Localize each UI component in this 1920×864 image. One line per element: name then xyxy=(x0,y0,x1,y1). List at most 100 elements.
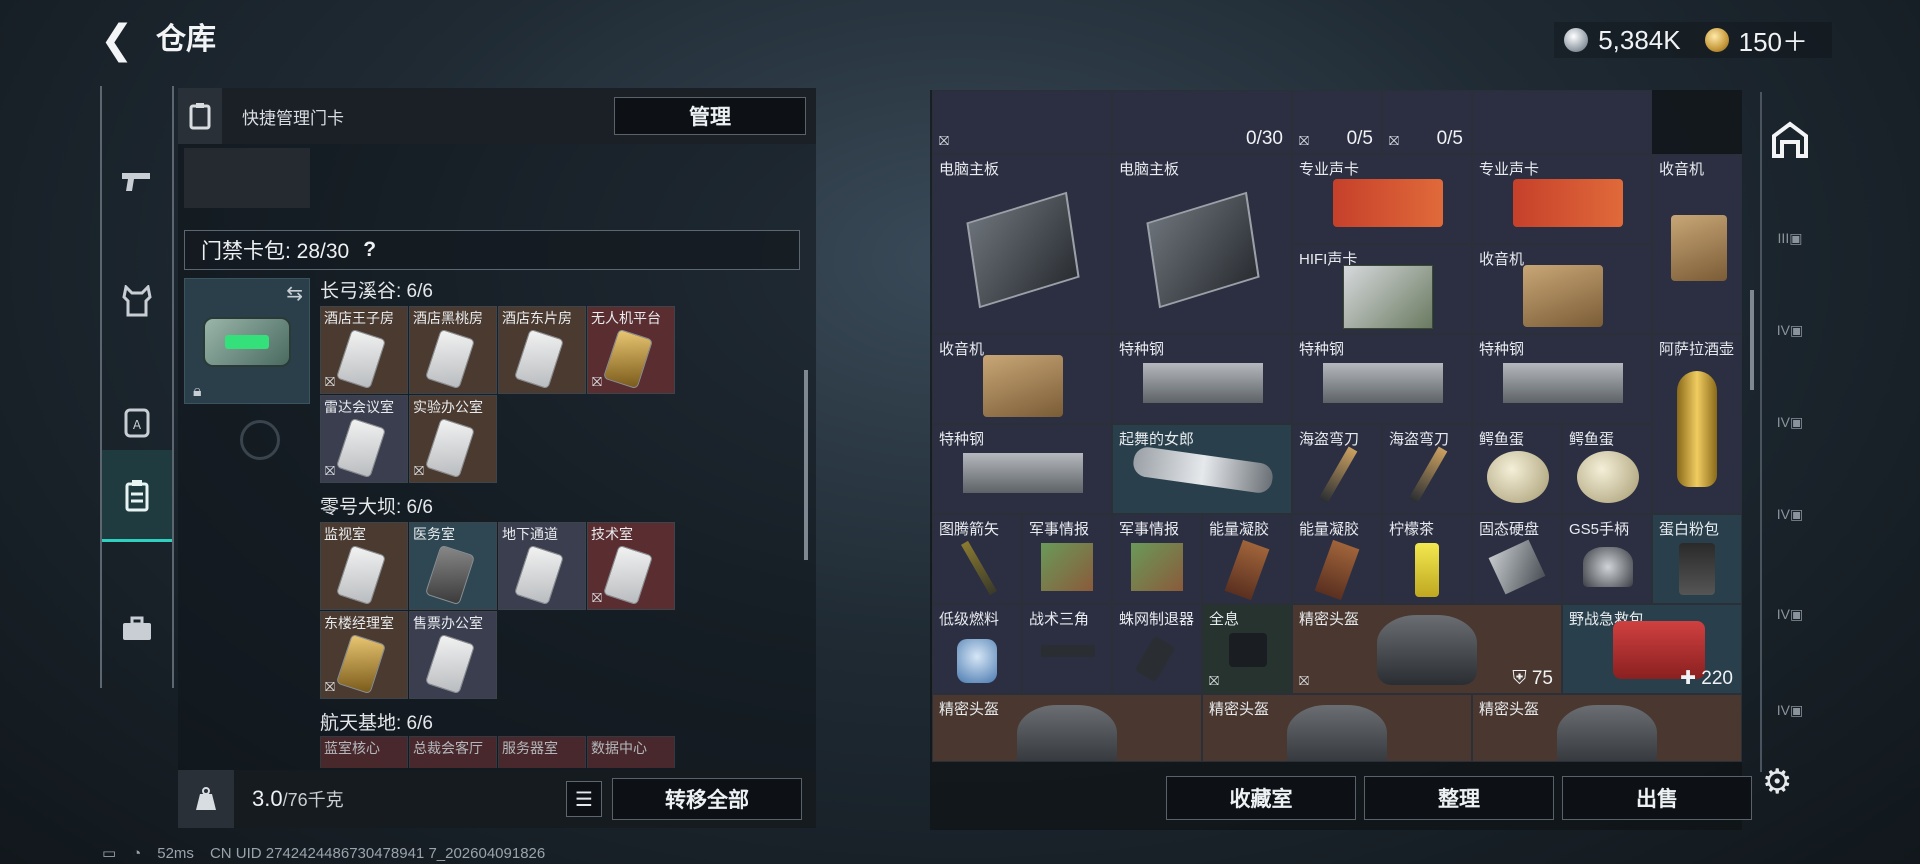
back-arrow-icon[interactable]: ❮ xyxy=(100,20,136,60)
transfer-all-button[interactable]: 转移全部 xyxy=(612,778,802,820)
house-icon[interactable] xyxy=(1768,118,1812,162)
left-footer: 3.0/76千克 ☰ 转移全部 xyxy=(178,770,816,828)
item-cell[interactable]: 固态硬盘 xyxy=(1472,514,1562,604)
lock-icon: 🔒︎ xyxy=(193,383,202,400)
item-cell[interactable]: 0/30 xyxy=(1112,90,1292,154)
left-scrollbar[interactable] xyxy=(804,370,808,560)
keycard[interactable]: 酒店黑桃房 xyxy=(409,306,497,394)
no-trade-icon: ⛝ xyxy=(325,679,335,694)
no-trade-icon: ⛝ xyxy=(592,374,602,389)
keycard[interactable]: 无人机平台 ⛝ xyxy=(587,306,675,394)
medkit-value: ✚ 220 xyxy=(1680,668,1733,689)
keycard-case-slot[interactable]: ⇆ 🔒︎ xyxy=(184,278,310,404)
item-cell[interactable]: 低级燃料 xyxy=(932,604,1022,694)
item-cell[interactable]: 专业声卡 xyxy=(1472,154,1652,244)
item-cell[interactable]: 野战急救包 ✚ 220 xyxy=(1562,604,1742,694)
keycard[interactable]: 东楼经理室 ⛝ xyxy=(320,611,408,699)
durability: ⛨ 75 xyxy=(1512,668,1553,689)
collection-button[interactable]: 收藏室 xyxy=(1166,776,1356,820)
left-nav: A xyxy=(100,86,174,688)
currency-secondary[interactable]: 150＋ xyxy=(1739,22,1808,59)
storage-tab-iv-icon[interactable]: IV▣ xyxy=(1768,592,1812,636)
currency-primary: 5,384K xyxy=(1598,24,1681,55)
item-cell[interactable]: 精密头盔 xyxy=(932,694,1202,762)
keycard[interactable]: 地下通道 xyxy=(498,522,586,610)
keycard[interactable]: 实验办公室 ⛝ xyxy=(409,395,497,483)
item-cell[interactable]: 军事情报 xyxy=(1112,514,1202,604)
item-cell[interactable]: 图腾箭矢 xyxy=(932,514,1022,604)
item-cell[interactable]: 能量凝胶 xyxy=(1292,514,1382,604)
item-cell[interactable]: 起舞的女郎 xyxy=(1112,424,1292,514)
item-cell[interactable]: ⛝ 0/5 xyxy=(1382,90,1472,154)
item-cell[interactable]: 阿萨拉酒壶 xyxy=(1652,334,1742,514)
item-cell[interactable]: 电脑主板 xyxy=(932,154,1112,334)
item-cell[interactable]: 精密头盔 xyxy=(1472,694,1742,762)
item-cell[interactable]: 特种钢 xyxy=(1112,334,1292,424)
ping-text: 52ms xyxy=(157,844,194,862)
item-cell[interactable]: ⛝ 0/5 xyxy=(1292,90,1382,154)
keycard[interactable]: 酒店王子房 ⛝ xyxy=(320,306,408,394)
keycard[interactable]: 蓝室核心 xyxy=(320,736,408,768)
item-cell[interactable]: 蛋白粉包 xyxy=(1652,514,1742,604)
keycard[interactable]: 售票办公室 xyxy=(409,611,497,699)
keycard[interactable]: 总裁会客厅 xyxy=(409,736,497,768)
item-cell[interactable]: 特种钢 xyxy=(1292,334,1472,424)
storage-tab-iii-icon[interactable]: III▣ xyxy=(1768,216,1812,260)
item-cell[interactable]: GS5手柄 xyxy=(1562,514,1652,604)
storage-tab-iv-icon[interactable]: IV▣ xyxy=(1768,688,1812,732)
item-cell[interactable]: 收音机 xyxy=(1472,244,1652,334)
manage-button[interactable]: 管理 xyxy=(614,97,806,135)
keycard-bag-label: 门禁卡包: 28/30 xyxy=(201,240,350,263)
item-cell[interactable]: 鳄鱼蛋 xyxy=(1562,424,1652,514)
armor-icon[interactable] xyxy=(102,246,172,356)
item-cell[interactable] xyxy=(1472,90,1652,154)
item-cell[interactable]: 战术三角 xyxy=(1022,604,1112,694)
sell-button[interactable]: 出售 xyxy=(1562,776,1752,820)
organize-button[interactable]: 整理 xyxy=(1364,776,1554,820)
item-cell[interactable]: 精密头盔 ⛝ ⛨ 75 xyxy=(1292,604,1562,694)
item-cell[interactable]: 特种钢 xyxy=(1472,334,1652,424)
keycard-icon[interactable] xyxy=(102,450,172,542)
item-cell[interactable]: ⛝ xyxy=(932,90,1112,154)
item-cell[interactable]: 全息 ⛝ xyxy=(1202,604,1292,694)
keycard[interactable]: 技术室 ⛝ xyxy=(587,522,675,610)
page-title: 仓库 xyxy=(156,23,216,56)
help-icon[interactable]: ? xyxy=(363,238,376,262)
item-cell[interactable]: 柠檬茶 xyxy=(1382,514,1472,604)
keycard[interactable]: 医务室 xyxy=(409,522,497,610)
item-cell[interactable]: 收音机 xyxy=(1652,154,1742,334)
storage-tab-iv-icon[interactable]: IV▣ xyxy=(1768,400,1812,444)
storage-grid: ⛝ 0/30 ⛝ 0/5 ⛝ 0/5 电脑主板 电脑主板 专业声卡 专业声卡 收音机… xyxy=(932,90,1742,762)
item-cell[interactable]: 鳄鱼蛋 xyxy=(1472,424,1562,514)
gun-icon[interactable] xyxy=(102,126,172,236)
swap-icon[interactable]: ⇆ xyxy=(286,281,303,306)
storage-tab-iv-icon[interactable]: IV▣ xyxy=(1768,308,1812,352)
storage-scrollbar[interactable] xyxy=(1750,290,1754,390)
keycard[interactable]: 服务器室 xyxy=(498,736,586,768)
item-cell[interactable]: 海盗弯刀 xyxy=(1382,424,1472,514)
list-icon[interactable]: ☰ xyxy=(566,781,602,817)
keycard[interactable]: 数据中心 xyxy=(587,736,675,768)
item-cell[interactable]: 能量凝胶 xyxy=(1202,514,1292,604)
keycard-panel-title: 快捷管理门卡 xyxy=(242,108,344,128)
item-cell[interactable]: 电脑主板 xyxy=(1112,154,1292,334)
briefcase-icon[interactable] xyxy=(102,574,172,684)
keycard[interactable]: 酒店东片房 xyxy=(498,306,586,394)
item-cell[interactable]: 收音机 xyxy=(932,334,1112,424)
item-cell[interactable]: 精密头盔 xyxy=(1202,694,1472,762)
storage-tab-iv-icon[interactable]: IV▣ xyxy=(1768,492,1812,536)
keycard-case-light xyxy=(225,335,269,349)
battery-icon: ▭ xyxy=(102,845,117,862)
item-cell[interactable]: 海盗弯刀 xyxy=(1292,424,1382,514)
keycard-panel-header: 快捷管理门卡 管理 xyxy=(178,88,816,144)
gear-icon[interactable]: ⚙ xyxy=(1762,762,1792,802)
keycard-row-clipped: 蓝室核心 总裁会客厅 服务器室 数据中心 xyxy=(320,736,680,768)
keycard[interactable]: 雷达会议室 ⛝ xyxy=(320,395,408,483)
item-cell[interactable]: 蛛网制退器 xyxy=(1112,604,1202,694)
item-cell[interactable]: HIFI声卡 xyxy=(1292,244,1472,334)
empty-slot xyxy=(184,148,310,208)
item-cell[interactable]: 特种钢 xyxy=(932,424,1112,514)
item-cell[interactable]: 专业声卡 xyxy=(1292,154,1472,244)
keycard[interactable]: 监视室 xyxy=(320,522,408,610)
item-cell[interactable]: 军事情报 xyxy=(1022,514,1112,604)
